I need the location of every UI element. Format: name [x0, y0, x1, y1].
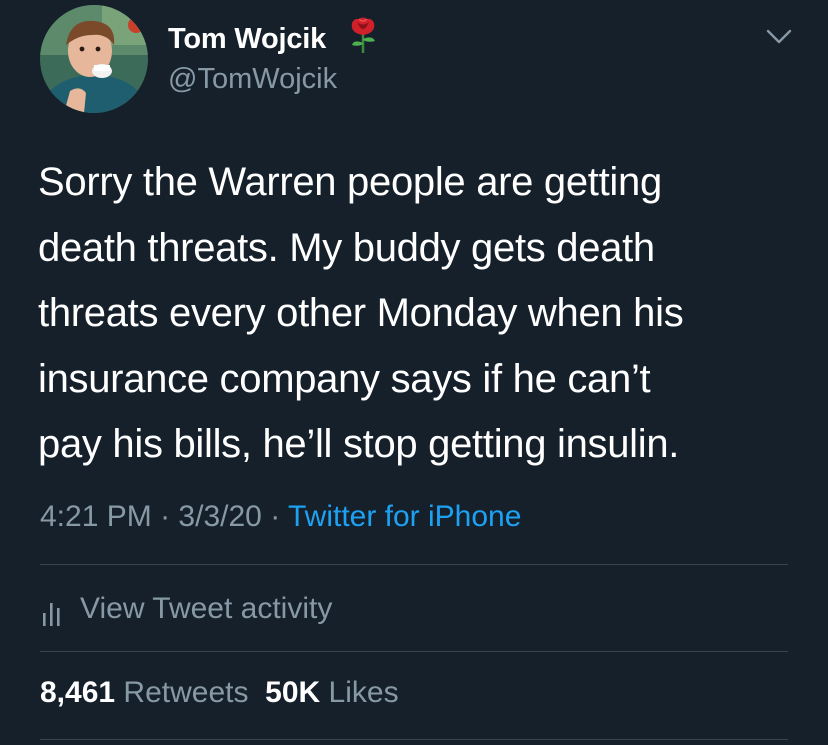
- tweet-date[interactable]: 3/3/20: [178, 500, 261, 533]
- avatar[interactable]: [40, 5, 148, 113]
- tweet-text: Sorry the Warren people are getting deat…: [38, 150, 798, 478]
- meta-separator: ·: [160, 500, 171, 533]
- view-tweet-activity-label: View Tweet activity: [80, 592, 333, 625]
- tweet-time[interactable]: 4:21 PM: [40, 500, 152, 533]
- tweet-text-line: death threats. My buddy gets death: [38, 225, 655, 270]
- bar-chart-icon: [43, 603, 60, 626]
- retweets-stat[interactable]: 8,461 Retweets: [40, 676, 248, 709]
- divider: [40, 564, 788, 565]
- tweet-card: Tom Wojcik @TomWojcik Sorry the Warren p…: [0, 0, 828, 745]
- divider: [40, 739, 788, 740]
- rose-icon: [351, 17, 375, 53]
- view-tweet-activity-button[interactable]: View Tweet activity: [40, 584, 332, 634]
- likes-stat[interactable]: 50K Likes: [265, 676, 398, 709]
- tweet-text-line: pay his bills, he’ll stop getting insuli…: [38, 422, 680, 466]
- display-name[interactable]: Tom Wojcik: [168, 22, 326, 56]
- tweet-meta: 4:21 PM · 3/3/20 · Twitter for iPhone: [40, 498, 521, 536]
- tweet-text-line: Sorry the Warren people are getting: [38, 160, 662, 204]
- retweets-label: Retweets: [123, 676, 249, 709]
- likes-count: 50K: [265, 676, 321, 709]
- retweets-count: 8,461: [40, 676, 116, 709]
- divider: [40, 651, 788, 652]
- meta-separator: ·: [270, 500, 281, 533]
- tweet-stats: 8,461 Retweets 50K Likes: [40, 673, 399, 713]
- likes-label: Likes: [328, 676, 399, 709]
- chevron-down-icon[interactable]: [766, 28, 792, 46]
- tweet-text-line: threats every other Monday when his: [38, 291, 684, 335]
- tweet-text-line: insurance company says if he can’t: [38, 356, 651, 401]
- username-handle[interactable]: @TomWojcik: [168, 62, 337, 96]
- tweet-source-link[interactable]: Twitter for iPhone: [288, 500, 521, 533]
